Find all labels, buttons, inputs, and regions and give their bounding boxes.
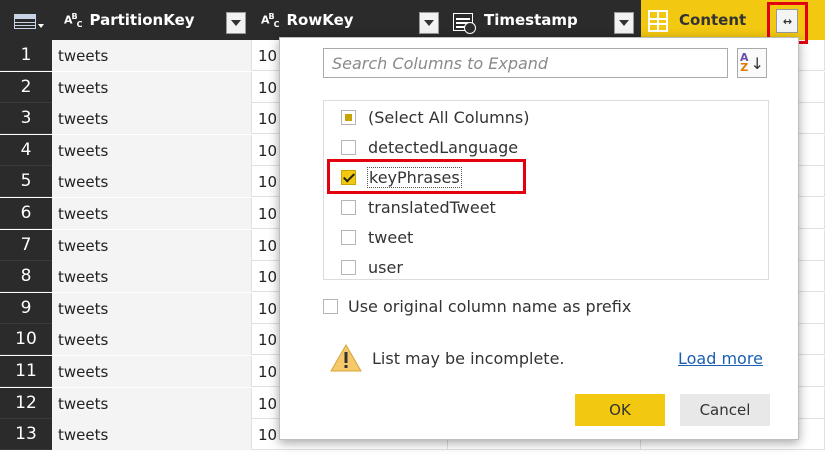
column-option-translatedtweet[interactable]: translatedTweet: [341, 196, 496, 218]
expand-columns-dialog: AZ ↓ (Select All Columns) detectedLangua…: [279, 37, 799, 440]
prefix-option[interactable]: Use original column name as prefix: [323, 297, 631, 316]
row-number[interactable]: 3: [0, 103, 52, 134]
column-option-tweet[interactable]: tweet: [341, 226, 413, 248]
highlight-keyphrases: [327, 159, 526, 194]
row-number[interactable]: 7: [0, 230, 52, 261]
partitionkey-cell[interactable]: tweets: [52, 72, 252, 103]
tweet-checkbox[interactable]: [341, 229, 356, 245]
translatedtweet-checkbox[interactable]: [341, 199, 356, 215]
partitionkey-cell[interactable]: tweets: [52, 293, 252, 324]
row-number[interactable]: 1: [0, 40, 52, 71]
rowkey-filter-button[interactable]: [419, 12, 439, 34]
row-number[interactable]: 4: [0, 135, 52, 166]
row-number[interactable]: 5: [0, 166, 52, 197]
partitionkey-cell[interactable]: tweets: [52, 230, 252, 261]
column-option-user[interactable]: user: [341, 256, 403, 278]
select-all-checkbox[interactable]: [341, 109, 356, 125]
clock-icon: [464, 22, 476, 34]
prefix-checkbox[interactable]: [323, 299, 338, 314]
grid-header: ABC PartitionKey ABC RowKey Timestamp Co…: [0, 0, 825, 44]
table-menu-caret-icon[interactable]: [38, 24, 44, 28]
row-number[interactable]: 8: [0, 261, 52, 292]
partitionkey-filter-button[interactable]: [226, 12, 246, 34]
partitionkey-cell[interactable]: tweets: [52, 40, 252, 71]
partitionkey-cell[interactable]: tweets: [52, 356, 252, 387]
arrow-down-icon: ↓: [750, 53, 764, 73]
partitionkey-cell[interactable]: tweets: [52, 103, 252, 134]
partitionkey-cell[interactable]: tweets: [52, 198, 252, 229]
row-number[interactable]: 13: [0, 419, 52, 450]
search-columns-box[interactable]: [323, 48, 728, 78]
text-type-icon[interactable]: ABC: [261, 12, 279, 29]
partitionkey-cell[interactable]: tweets: [52, 419, 252, 450]
column-header-partitionkey[interactable]: ABC PartitionKey: [58, 0, 195, 40]
cancel-button[interactable]: Cancel: [680, 394, 770, 426]
user-checkbox[interactable]: [341, 259, 356, 275]
row-number[interactable]: 11: [0, 356, 52, 387]
partitionkey-cell[interactable]: tweets: [52, 388, 252, 419]
partitionkey-cell[interactable]: tweets: [52, 135, 252, 166]
partitionkey-cell[interactable]: tweets: [52, 324, 252, 355]
column-header-rowkey[interactable]: ABC RowKey: [255, 0, 354, 40]
partitionkey-cell[interactable]: tweets: [52, 261, 252, 292]
row-number[interactable]: 10: [0, 324, 52, 355]
column-option-select-all[interactable]: (Select All Columns): [341, 106, 529, 128]
load-more-link[interactable]: Load more: [678, 349, 763, 368]
text-type-icon[interactable]: ABC: [64, 12, 82, 29]
table-icon[interactable]: [14, 14, 36, 29]
warning-row: List may be incomplete. Load more: [330, 344, 770, 374]
sort-az-icon: AZ: [740, 51, 749, 74]
row-number[interactable]: 9: [0, 293, 52, 324]
warning-text: List may be incomplete.: [372, 349, 565, 368]
record-type-icon: [648, 10, 668, 32]
row-number[interactable]: 2: [0, 72, 52, 103]
row-number[interactable]: 12: [0, 388, 52, 419]
warning-icon: [330, 344, 362, 372]
search-columns-input[interactable]: [332, 53, 727, 73]
column-option-detectedlanguage[interactable]: detectedLanguage: [341, 136, 518, 158]
detectedlanguage-checkbox[interactable]: [341, 139, 356, 155]
row-number[interactable]: 6: [0, 198, 52, 229]
partitionkey-cell[interactable]: tweets: [52, 166, 252, 197]
sort-button[interactable]: AZ ↓: [737, 48, 767, 78]
ok-button[interactable]: OK: [575, 394, 665, 426]
timestamp-filter-button[interactable]: [614, 12, 634, 34]
column-header-timestamp[interactable]: Timestamp: [484, 0, 578, 40]
